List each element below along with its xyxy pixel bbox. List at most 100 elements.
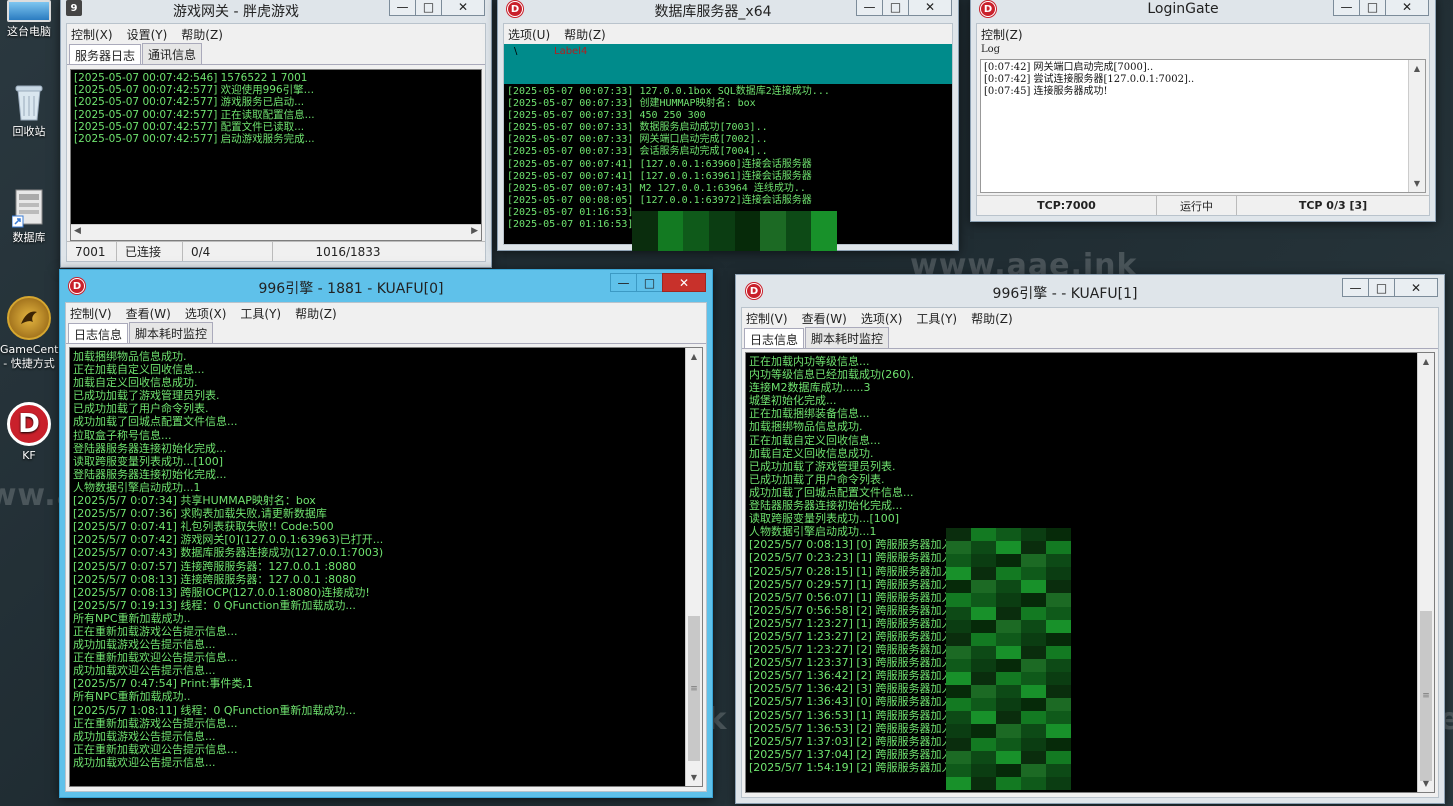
log-line: [2025/5/7 1:36:43] [0] 跨服服务器加入|	[749, 695, 957, 709]
tab-log-info[interactable]: 日志信息	[68, 323, 129, 343]
mosaic-cell	[996, 658, 1021, 673]
maximize-button[interactable]: □	[1368, 278, 1395, 297]
menu-tools[interactable]: 工具(Y)	[240, 305, 281, 322]
recycle-bin-icon	[9, 82, 49, 122]
maximize-button[interactable]: □	[636, 273, 663, 292]
maximize-button[interactable]: □	[882, 0, 909, 16]
mosaic-cell	[1046, 776, 1071, 790]
minimize-button[interactable]: —	[1342, 278, 1369, 297]
menu-view[interactable]: 查看(W)	[126, 305, 171, 322]
server-log-panel: [2025-05-07 00:07:42:546] 1576522 1 7001…	[70, 69, 482, 241]
scroll-down-icon[interactable]: ▼	[1409, 175, 1425, 192]
scroll-thumb[interactable]: ≡	[688, 616, 700, 761]
desktop-icon-label: 这台电脑	[7, 25, 51, 38]
menu-options[interactable]: 选项(X)	[185, 305, 227, 322]
desktop-icon-kf[interactable]: D KF	[0, 402, 58, 463]
menu-help[interactable]: 帮助(Z)	[295, 305, 337, 322]
log-line: [2025/5/7 0:07:34] 共享HUMMAP映射名：box	[73, 494, 316, 508]
mosaic-cell	[971, 567, 996, 581]
game-gate-window: 9 游戏网关 - 胖虎游戏 — □ ✕ 控制(X) 设置(Y) 帮助(Z) 服务…	[60, 0, 492, 268]
scroll-down-icon[interactable]: ▼	[1418, 775, 1434, 792]
tab-script-monitor[interactable]: 脚本耗时监控	[129, 322, 214, 343]
title-bar[interactable]: D 996引擎 - 1881 - KUAFU[0] — □ ✕	[60, 270, 712, 300]
kf-app-icon: D	[7, 402, 51, 446]
close-button[interactable]: ✕	[908, 0, 952, 16]
menu-help[interactable]: 帮助(Z)	[181, 26, 223, 43]
log-line: [2025/5/7 0:07:43] 数据库服务器连接成功(127.0.0.1:…	[73, 546, 384, 560]
menu-view[interactable]: 查看(W)	[802, 310, 847, 327]
title-bar[interactable]: D 数据库服务器_x64 — □ ✕	[498, 0, 958, 20]
mosaic-cell	[946, 528, 971, 542]
scroll-up-icon[interactable]: ▲	[1409, 60, 1425, 77]
tab-comm-info[interactable]: 通讯信息	[142, 43, 203, 64]
scroll-down-icon[interactable]: ▼	[686, 769, 702, 786]
scroll-left-icon[interactable]: ◀	[74, 226, 81, 236]
menu-options[interactable]: 选项(X)	[861, 310, 903, 327]
mosaic-cell	[811, 211, 837, 225]
mosaic-cell	[1046, 724, 1071, 738]
mosaic-cell	[971, 658, 996, 673]
mosaic-cell	[996, 567, 1021, 581]
title-bar[interactable]: 9 游戏网关 - 胖虎游戏 — □ ✕	[61, 0, 491, 20]
desktop-icon-database[interactable]: 数据库	[0, 188, 58, 245]
scroll-thumb[interactable]: ≡	[1420, 611, 1432, 781]
horizontal-scrollbar[interactable]: ◀ ▶	[71, 224, 481, 240]
log-line: 成功加载欢迎公告提示信息...	[73, 755, 216, 769]
menu-tools[interactable]: 工具(Y)	[916, 310, 957, 327]
log-line: 成功加载欢迎公告提示信息...	[73, 664, 216, 678]
mosaic-cell	[811, 224, 837, 238]
menu-help[interactable]: 帮助(Z)	[971, 310, 1013, 327]
log-line: [2025-05-07 00:07:33] 数据服务启动成功[7003]..	[507, 122, 768, 134]
mosaic-cell	[971, 672, 996, 686]
close-button[interactable]: ✕	[662, 273, 706, 292]
title-bar[interactable]: D 996引擎 - - KUAFU[1] — □ ✕	[736, 275, 1444, 305]
log-line: [2025-05-07 00:07:42:577] 游戏服务已启动...	[74, 96, 305, 109]
minimize-button[interactable]: —	[610, 273, 637, 292]
log-line: 登陆器服务器连接初始化完成...	[73, 441, 227, 455]
log-line: 正在重新加载欢迎公告提示信息...	[73, 651, 238, 665]
mosaic-cell	[1021, 776, 1046, 790]
vertical-scrollbar[interactable]: ▲ ▼	[1408, 60, 1425, 192]
minimize-button[interactable]: —	[389, 0, 416, 16]
scroll-right-icon[interactable]: ▶	[471, 226, 478, 236]
maximize-button[interactable]: □	[415, 0, 442, 16]
mosaic-cell	[1021, 724, 1046, 738]
desktop-icon-recycle-bin[interactable]: 回收站	[0, 82, 58, 139]
minimize-button[interactable]: —	[1333, 0, 1360, 16]
log-line: 正在加载内功等级信息...	[749, 355, 870, 368]
mosaic-cell	[996, 750, 1021, 764]
desktop-icon-this-pc[interactable]: 这台电脑	[0, 0, 58, 39]
menu-control[interactable]: 控制(V)	[70, 305, 112, 322]
menu-control[interactable]: 控制(X)	[71, 26, 113, 43]
vertical-scrollbar[interactable]: ▲ ≡ ▼	[1417, 353, 1434, 792]
status-bar: TCP:7000 运行中 TCP 0/3 [3]	[977, 195, 1429, 215]
scroll-up-icon[interactable]: ▲	[686, 348, 702, 365]
header-label: Label4	[554, 46, 588, 57]
tab-script-monitor[interactable]: 脚本耗时监控	[805, 327, 890, 348]
status-traffic: 1016/1833	[315, 244, 381, 259]
desktop-icon-gamecenter[interactable]: GameCente - 快捷方式	[0, 296, 65, 371]
minimize-button[interactable]: —	[856, 0, 883, 16]
close-button[interactable]: ✕	[1394, 278, 1438, 297]
log-line: 城堡初始化完成...	[749, 394, 837, 408]
menu-control[interactable]: 控制(V)	[746, 310, 788, 327]
tab-server-log[interactable]: 服务器日志	[69, 44, 142, 64]
scroll-up-icon[interactable]: ▲	[1418, 353, 1434, 370]
tab-strip: 日志信息 脚本耗时监控	[66, 322, 706, 344]
menu-control[interactable]: 控制(Z)	[981, 26, 1023, 43]
menu-settings[interactable]: 设置(Y)	[127, 26, 168, 43]
mosaic-cell	[657, 211, 684, 225]
maximize-button[interactable]: □	[1359, 0, 1386, 16]
status-bar: 7001 已连接 0/4 1016/1833	[67, 241, 485, 261]
menu-options[interactable]: 选项(U)	[508, 26, 550, 43]
close-button[interactable]: ✕	[1385, 0, 1429, 16]
menu-help[interactable]: 帮助(Z)	[564, 26, 606, 43]
close-button[interactable]: ✕	[441, 0, 485, 16]
tab-log-info[interactable]: 日志信息	[744, 328, 805, 348]
log-section-label: Log	[981, 44, 1001, 55]
mosaic-cell	[971, 619, 996, 633]
vertical-scrollbar[interactable]: ▲ ≡ ▼	[685, 348, 702, 786]
log-line: [2025/5/7 1:36:42] [3] 跨服服务器加入|	[749, 682, 957, 696]
title-bar[interactable]: D LoginGate — □ ✕	[971, 0, 1435, 19]
mosaic-cell	[708, 237, 735, 251]
